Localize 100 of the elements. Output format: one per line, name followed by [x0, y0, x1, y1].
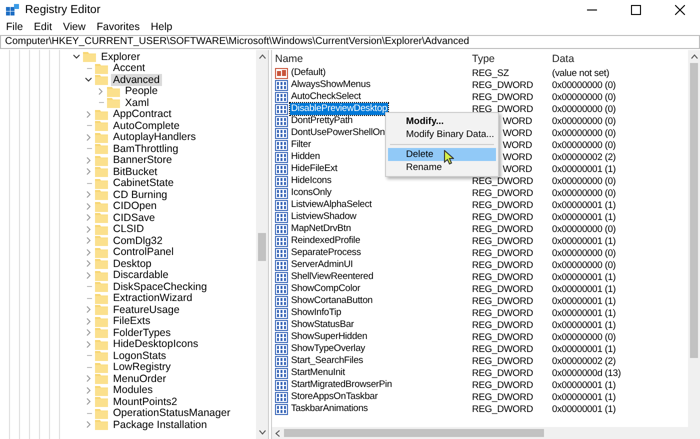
value-name[interactable]: ShowSuperHidden — [290, 331, 368, 344]
value-name[interactable]: AutoCheckSelect — [290, 91, 362, 104]
value-name[interactable]: AlwaysShowMenus — [290, 79, 372, 92]
value-name[interactable]: StartMenuInit — [290, 367, 346, 380]
value-name[interactable]: StartMigratedBrowserPin — [290, 379, 393, 392]
tree-item[interactable]: Explorer — [99, 50, 142, 63]
value-type: REG_DWORD — [472, 368, 534, 379]
menu-item[interactable]: File — [6, 21, 23, 33]
menu-item[interactable]: Delete — [388, 148, 496, 161]
value-name[interactable]: TaskbarAnimations — [290, 403, 369, 416]
scroll-up-icon[interactable] — [690, 54, 698, 59]
tree-item[interactable]: Desktop — [111, 258, 154, 270]
value-name[interactable]: ListviewAlphaSelect — [290, 199, 373, 212]
chevron-icon[interactable] — [72, 53, 80, 60]
value-type: REG_DWORD — [472, 200, 534, 211]
value-type: REG_DWORD — [472, 104, 534, 115]
value-type: REG_DWORD — [472, 80, 534, 91]
value-name[interactable]: DisablePreviewDesktop — [290, 103, 388, 116]
tree-item[interactable]: ExtractionWizard — [111, 292, 194, 304]
value-data: 0x00000001 (1) — [552, 164, 617, 175]
menu-item[interactable]: Favorites — [96, 21, 140, 33]
value-name[interactable]: IconsOnly — [290, 187, 332, 200]
value-name[interactable]: SeparateProcess — [290, 247, 362, 260]
tree-item[interactable]: FolderTypes — [111, 326, 173, 339]
tree-item[interactable]: CabinetState — [111, 177, 176, 190]
value-data: 0x00000001 (1) — [552, 392, 617, 403]
menu-item[interactable]: Rename — [388, 161, 496, 174]
tree-item[interactable]: DiskSpaceChecking — [111, 280, 209, 293]
tree-item[interactable]: CLSID — [111, 223, 146, 236]
value-name[interactable]: StoreAppsOnTaskbar — [290, 391, 379, 404]
value-name[interactable]: MapNetDrvBtn — [290, 223, 352, 236]
tree-item[interactable]: HideDesktopIcons — [111, 338, 200, 350]
column-header[interactable]: Name — [272, 52, 472, 64]
tree-item[interactable]: AutoplayHandlers — [111, 131, 198, 144]
tree-item[interactable]: Modules — [111, 384, 155, 396]
menu-item[interactable]: View — [63, 21, 86, 33]
value-name[interactable]: DontUsePowerShellOn — [290, 127, 386, 140]
scrollbar-thumb[interactable] — [690, 63, 698, 358]
folder-icon — [95, 350, 108, 362]
tree-item[interactable]: Package Installation — [111, 418, 209, 431]
tree-item[interactable]: Discardable — [111, 269, 170, 282]
address-field[interactable]: Computer\HKEY_CURRENT_USER\SOFTWARE\Microsoft\Windows\CurrentVersion\Explorer\Advanced — [0, 35, 700, 49]
tree-item[interactable]: ComDlg32 — [111, 234, 165, 247]
menu-item[interactable]: Edit — [34, 21, 52, 33]
menu-item[interactable]: Modify... — [388, 115, 496, 128]
tree-item[interactable]: CD Burning — [111, 188, 170, 201]
tree-item[interactable]: CIDOpen — [111, 200, 159, 212]
column-header[interactable]: Data — [552, 52, 677, 64]
value-name[interactable]: DontPrettyPath — [290, 115, 354, 128]
tree-item[interactable]: CIDSave — [111, 212, 158, 224]
column-header[interactable]: Type — [472, 52, 552, 64]
menu-item[interactable]: Help — [150, 21, 172, 33]
value-name[interactable]: ShowCortanaButton — [290, 295, 374, 308]
tree-item[interactable]: Xaml — [123, 96, 151, 109]
value-type: REG_DWORD — [472, 380, 534, 391]
value-name[interactable]: Start_SearchFiles — [290, 355, 364, 368]
value-name[interactable]: HideIcons — [290, 175, 332, 188]
scroll-down-icon[interactable] — [258, 430, 266, 435]
scrollbar-thumb[interactable] — [258, 233, 266, 261]
scrollbar-thumb[interactable] — [284, 429, 544, 437]
value-type: REG_DWORD — [472, 308, 534, 319]
tree-item[interactable]: AutoComplete — [111, 120, 182, 132]
tree-item[interactable]: ControlPanel — [111, 246, 176, 258]
maximize-icon[interactable] — [631, 5, 641, 15]
scroll-left-icon[interactable] — [275, 430, 280, 436]
tree-item[interactable]: BitBucket — [111, 166, 160, 178]
folder-icon — [95, 143, 108, 154]
tree-item[interactable]: Accent — [111, 62, 148, 74]
tree-item[interactable]: Advanced — [111, 74, 162, 86]
value-name[interactable]: ShowCompColor — [290, 283, 362, 296]
value-name[interactable]: ReindexedProfile — [290, 235, 362, 248]
tree-item[interactable]: AppContract — [111, 108, 174, 120]
value-name[interactable]: (Default) — [290, 67, 327, 79]
folder-icon — [107, 97, 120, 108]
tree-item[interactable]: FeatureUsage — [111, 304, 182, 316]
tree-item[interactable]: MenuOrder — [111, 372, 168, 385]
tree-item[interactable]: MountPoints2 — [111, 396, 180, 408]
value-name[interactable]: ShowInfoTip — [290, 307, 342, 320]
tree-item[interactable]: BannerStore — [111, 154, 174, 166]
value-type: REG_DWORD — [472, 320, 534, 331]
tree-item[interactable]: LowRegistry — [111, 361, 173, 374]
value-name[interactable]: ListviewShadow — [290, 211, 358, 224]
value-name[interactable]: ShowTypeOverlay — [290, 343, 366, 356]
value-type: REG_DWORD — [472, 248, 534, 259]
value-type: WORD — [502, 128, 532, 139]
value-data: 0x00000001 (1) — [552, 200, 617, 211]
tree-item[interactable]: OperationStatusManager — [111, 407, 232, 420]
tree-item[interactable]: BamThrottling — [111, 142, 180, 155]
tree-item[interactable]: FileExts — [111, 315, 152, 328]
value-name[interactable]: ShowStatusBar — [290, 319, 355, 332]
menu-item[interactable]: Modify Binary Data... — [388, 128, 496, 141]
scroll-up-icon[interactable] — [258, 54, 266, 59]
value-name[interactable]: ShellViewReentered — [290, 271, 374, 284]
tree-item[interactable]: LogonStats — [111, 350, 168, 362]
tree-item[interactable]: People — [123, 85, 160, 98]
value-name[interactable]: Filter — [290, 139, 312, 152]
value-name[interactable]: Hidden — [290, 151, 321, 164]
close-icon[interactable] — [675, 5, 685, 15]
value-name[interactable]: HideFileExt — [290, 163, 338, 176]
value-name[interactable]: ServerAdminUI — [290, 259, 354, 272]
